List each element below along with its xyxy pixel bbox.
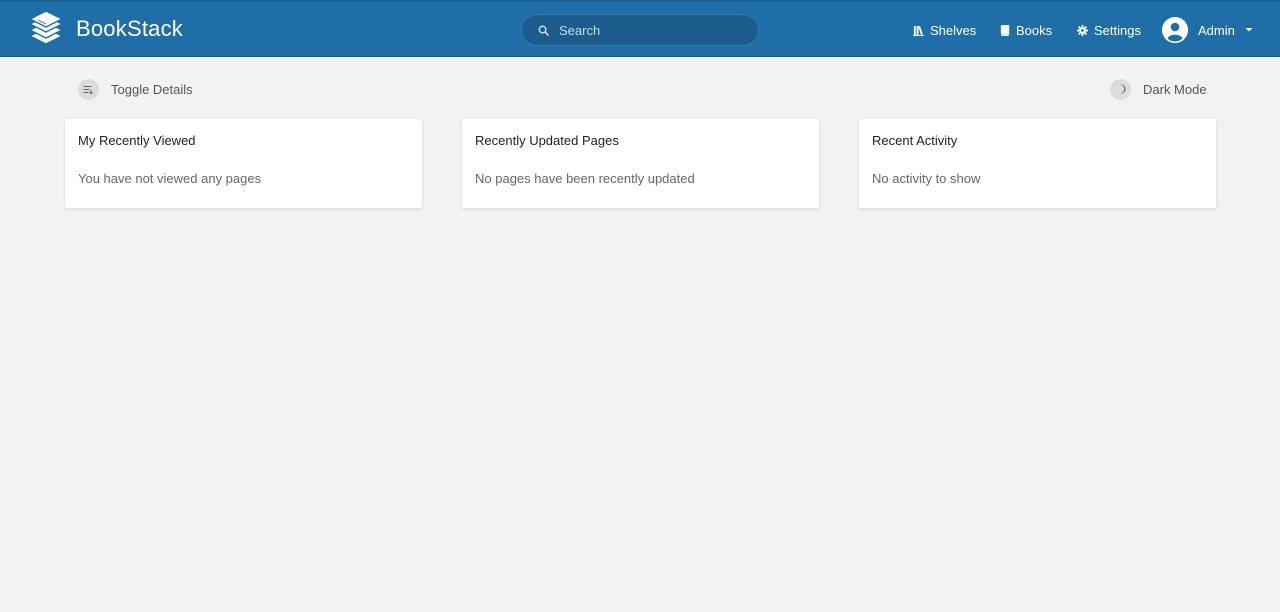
top-header: BookStack Shelves Books (0, 0, 1280, 57)
card-empty-text: No activity to show (872, 171, 981, 186)
user-name: Admin (1198, 22, 1235, 38)
nav-books-label: Books (1016, 22, 1053, 38)
card-title: Recently Updated Pages (475, 133, 619, 148)
gear-icon (1077, 24, 1088, 36)
card-recent-activity: Recent Activity No activity to show (859, 119, 1216, 208)
app-name: BookStack (76, 16, 183, 41)
card-title: My Recently Viewed (78, 133, 196, 148)
card-recently-viewed: My Recently Viewed You have not viewed a… (65, 119, 422, 208)
dark-mode-label: Dark Mode (1143, 81, 1207, 97)
card-empty-text: You have not viewed any pages (78, 171, 262, 186)
card-recently-updated-pages: Recently Updated Pages No pages have bee… (462, 119, 819, 208)
toggle-details-button[interactable]: Toggle Details (78, 78, 193, 100)
search-box[interactable] (521, 14, 759, 46)
search-icon (535, 22, 551, 38)
book-icon (1000, 24, 1010, 36)
user-menu[interactable]: Admin (1162, 16, 1253, 44)
nav-books[interactable]: Books (999, 22, 1052, 38)
toggle-details-icon (78, 78, 99, 100)
moon-icon (1110, 78, 1131, 100)
nav-settings-label: Settings (1094, 22, 1141, 38)
nav-shelves[interactable]: Shelves (913, 22, 976, 38)
search-input[interactable] (559, 22, 749, 38)
toggle-details-label: Toggle Details (111, 81, 193, 97)
nav-shelves-label: Shelves (930, 22, 977, 38)
shelves-icon (913, 25, 924, 36)
dark-mode-button[interactable]: Dark Mode (1110, 78, 1207, 100)
app-logo[interactable]: BookStack (28, 12, 183, 46)
bookstack-logo-icon (29, 12, 63, 45)
card-empty-text: No pages have been recently updated (475, 171, 695, 186)
user-avatar-icon (1162, 17, 1188, 43)
chevron-down-icon (1245, 28, 1253, 32)
card-title: Recent Activity (872, 133, 958, 148)
nav-settings[interactable]: Settings (1077, 22, 1141, 38)
